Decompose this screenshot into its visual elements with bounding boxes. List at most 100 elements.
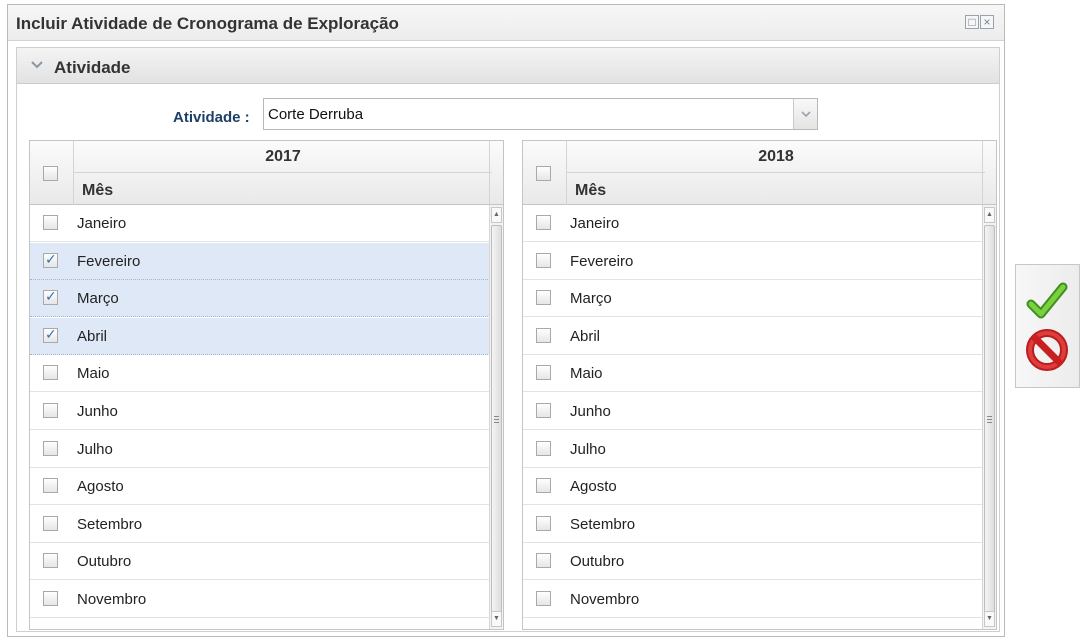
month-label: Janeiro [77, 215, 127, 232]
month-row[interactable]: Maio [30, 355, 492, 393]
month-label: Agosto [77, 478, 124, 496]
atividade-fieldset: Atividade Atividade : Corte Derruba 2017… [16, 47, 1000, 632]
month-row[interactable]: Outubro [30, 543, 492, 581]
month-column-header[interactable]: Mês [82, 182, 113, 200]
month-checkbox[interactable] [536, 553, 551, 569]
month-label: Fevereiro [570, 252, 634, 270]
month-row[interactable]: Junho [523, 393, 985, 430]
month-row[interactable]: ✓ Abril [30, 317, 492, 355]
month-label: Maio [570, 365, 603, 383]
year-header: 2018 [567, 141, 985, 173]
month-row[interactable]: Julho [523, 430, 985, 468]
month-checkbox[interactable]: ✓ [43, 326, 58, 343]
section-header[interactable]: Atividade [17, 48, 999, 84]
month-checkbox[interactable]: ✓ [43, 288, 58, 306]
month-checkbox[interactable] [43, 553, 58, 569]
header-scroll-spacer [982, 141, 996, 205]
month-label: Fevereiro [77, 252, 141, 270]
section-title: Atividade [54, 58, 131, 77]
month-label: Março [77, 290, 119, 308]
month-label: Julho [77, 440, 113, 458]
grip-icon [494, 416, 499, 423]
month-row[interactable]: Janeiro [30, 205, 492, 242]
month-checkbox[interactable] [536, 215, 551, 230]
month-checkbox[interactable] [43, 365, 58, 381]
chevron-down-icon[interactable] [29, 57, 45, 73]
month-row[interactable]: Outubro [523, 543, 985, 581]
month-row[interactable]: Agosto [523, 468, 985, 506]
grip-icon [987, 416, 992, 423]
scroll-down-icon[interactable]: ▼ [984, 611, 995, 627]
scroll-up-icon[interactable]: ▲ [984, 207, 995, 223]
check-icon[interactable] [1024, 279, 1070, 325]
month-checkbox[interactable] [536, 365, 551, 381]
month-checkbox[interactable] [536, 252, 551, 268]
atividade-value: Corte Derruba [268, 106, 364, 123]
select-all-checkbox[interactable] [536, 166, 551, 181]
prohibited-icon[interactable] [1024, 327, 1070, 373]
month-checkbox[interactable] [536, 515, 551, 531]
month-row[interactable]: Julho [30, 430, 492, 468]
month-row[interactable]: Fevereiro [523, 242, 985, 280]
combo-trigger[interactable] [793, 99, 817, 129]
month-row[interactable]: Novembro [523, 581, 985, 618]
select-all-checkbox[interactable] [43, 166, 58, 181]
month-label: Outubro [77, 553, 132, 571]
month-row[interactable]: Setembro [30, 505, 492, 543]
month-checkbox[interactable] [43, 403, 58, 418]
month-checkbox[interactable] [536, 290, 551, 306]
month-label: Outubro [570, 553, 625, 571]
month-checkbox[interactable]: ✓ [43, 251, 58, 268]
window-title: Incluir Atividade de Cronograma de Explo… [16, 14, 399, 33]
chevron-down-icon [801, 111, 811, 118]
month-checkbox[interactable] [43, 591, 58, 606]
month-label: Setembro [570, 515, 636, 533]
month-label: Maio [77, 365, 110, 383]
action-panel [1015, 264, 1080, 388]
month-checkbox[interactable] [43, 478, 58, 494]
vertical-scrollbar[interactable]: ▲ ▼ [982, 205, 996, 629]
month-label: Novembro [570, 591, 640, 608]
month-checkbox[interactable] [536, 591, 551, 606]
month-row[interactable]: ✓ Fevereiro [30, 242, 492, 280]
atividade-combobox[interactable]: Corte Derruba [263, 98, 818, 130]
month-row[interactable]: Abril [523, 317, 985, 355]
grid-header: 2017 Mês [30, 141, 503, 205]
month-checkbox[interactable] [536, 403, 551, 418]
vertical-scrollbar[interactable]: ▲ ▼ [489, 205, 503, 629]
month-checkbox[interactable] [536, 440, 551, 456]
month-row[interactable]: Maio [523, 355, 985, 393]
month-label: Julho [570, 440, 606, 458]
scroll-up-icon[interactable]: ▲ [491, 207, 502, 223]
month-label: Abril [570, 327, 601, 345]
month-column-header[interactable]: Mês [575, 182, 606, 200]
month-checkbox[interactable] [536, 478, 551, 494]
close-icon[interactable]: × [980, 15, 994, 29]
month-row[interactable]: ✓ Março [30, 280, 492, 318]
month-checkbox[interactable] [43, 440, 58, 456]
atividade-label: Atividade : [173, 109, 250, 126]
month-checkbox[interactable] [536, 327, 551, 343]
month-label: Janeiro [570, 215, 620, 232]
month-row[interactable]: Agosto [30, 468, 492, 506]
header-check-column [30, 141, 74, 205]
month-row[interactable]: Março [523, 280, 985, 318]
month-label: Agosto [570, 478, 617, 496]
grid-2017: 2017 Mês Janeiro ✓ Fevereiro ✓ Março ✓ Abril Maio… [29, 140, 504, 630]
month-checkbox[interactable] [43, 515, 58, 531]
month-row[interactable]: Setembro [523, 505, 985, 543]
scroll-down-icon[interactable]: ▼ [491, 611, 502, 627]
month-row[interactable]: Junho [30, 393, 492, 430]
month-label: Abril [77, 327, 108, 345]
month-label: Junho [570, 403, 611, 420]
month-row[interactable]: Novembro [30, 581, 492, 618]
header-scroll-spacer [489, 141, 503, 205]
scrollbar-thumb[interactable] [491, 225, 502, 620]
month-label: Junho [77, 403, 118, 420]
maximize-icon[interactable]: □ [965, 15, 979, 29]
title-bar[interactable]: Incluir Atividade de Cronograma de Explo… [8, 5, 1004, 41]
month-row[interactable]: Janeiro [523, 205, 985, 242]
scrollbar-thumb[interactable] [984, 225, 995, 620]
month-checkbox[interactable] [43, 215, 58, 230]
month-label: Março [570, 290, 612, 308]
